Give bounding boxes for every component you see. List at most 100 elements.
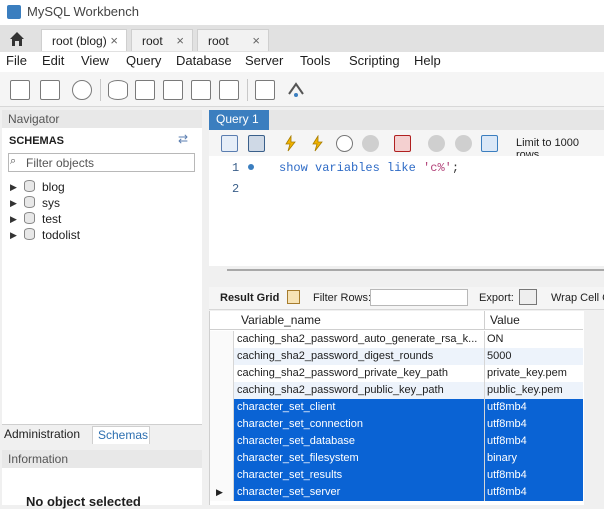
cell-value[interactable]: private_key.pem	[487, 367, 567, 379]
autocommit-icon[interactable]	[481, 135, 498, 152]
schema-item-sys[interactable]: sys	[42, 196, 60, 210]
create-schema-icon[interactable]	[108, 80, 128, 100]
tab-schemas[interactable]: Schemas	[92, 426, 150, 444]
grid-icon[interactable]	[287, 290, 300, 304]
cell-variable-name[interactable]: caching_sha2_password_digest_rounds	[237, 350, 481, 362]
cell-variable-name[interactable]: character_set_database	[237, 435, 481, 447]
cell-value[interactable]: utf8mb4	[487, 401, 527, 413]
schema-item-blog[interactable]: blog	[42, 180, 65, 194]
new-sql-tab-icon[interactable]	[10, 80, 30, 100]
tab-root-2[interactable]: root ×	[197, 29, 269, 51]
menu-tools[interactable]: Tools	[300, 53, 330, 68]
sql-statement: show variables like 'c%';	[279, 161, 460, 175]
row-marker[interactable]	[210, 450, 234, 467]
row-marker[interactable]	[210, 382, 234, 399]
cell-value[interactable]: utf8mb4	[487, 418, 527, 430]
home-icon[interactable]	[8, 30, 26, 48]
menu-view[interactable]: View	[81, 53, 109, 68]
editor-splitter[interactable]	[227, 269, 604, 271]
menu-scripting[interactable]: Scripting	[349, 53, 400, 68]
table-row[interactable]: caching_sha2_password_digest_rounds 5000	[210, 348, 583, 365]
expand-arrow-icon[interactable]: ▶	[10, 198, 17, 209]
column-separator	[484, 450, 485, 467]
row-marker[interactable]	[210, 416, 234, 433]
cell-value[interactable]: utf8mb4	[487, 469, 527, 481]
tab-query-1[interactable]: Query 1	[209, 110, 269, 130]
table-row[interactable]: character_set_results utf8mb4	[210, 467, 583, 484]
row-marker[interactable]	[210, 433, 234, 450]
cell-value[interactable]: ON	[487, 333, 504, 345]
table-row[interactable]: caching_sha2_password_auto_generate_rsa_…	[210, 331, 583, 348]
expand-arrow-icon[interactable]: ▶	[10, 214, 17, 225]
close-icon[interactable]: ×	[110, 30, 118, 52]
cell-value[interactable]: binary	[487, 452, 517, 464]
execute-icon[interactable]	[282, 134, 299, 152]
menu-edit[interactable]: Edit	[42, 53, 64, 68]
save-icon[interactable]	[248, 135, 265, 152]
create-function-icon[interactable]	[219, 80, 239, 100]
cell-variable-name[interactable]: caching_sha2_password_auto_generate_rsa_…	[237, 333, 481, 345]
tab-root-blog[interactable]: root (blog) ×	[41, 29, 127, 51]
create-table-icon[interactable]	[135, 80, 155, 100]
menu-file[interactable]: File	[6, 53, 27, 68]
menu-server[interactable]: Server	[245, 53, 283, 68]
reconnect-icon[interactable]	[286, 80, 306, 100]
cell-value[interactable]: utf8mb4	[487, 486, 527, 498]
commit-icon[interactable]	[428, 135, 445, 152]
row-marker[interactable]	[210, 331, 234, 348]
cell-value[interactable]: utf8mb4	[487, 435, 527, 447]
cell-variable-name[interactable]: character_set_connection	[237, 418, 481, 430]
filter-rows-input[interactable]	[370, 289, 468, 306]
export-icon[interactable]	[519, 289, 537, 305]
cell-variable-name[interactable]: caching_sha2_password_private_key_path	[237, 367, 481, 379]
table-row[interactable]: character_set_filesystem binary	[210, 450, 583, 467]
toggle-error-icon[interactable]	[394, 135, 411, 152]
table-row[interactable]: character_set_database utf8mb4	[210, 433, 583, 450]
row-marker[interactable]	[210, 399, 234, 416]
row-marker[interactable]	[210, 348, 234, 365]
column-header-variable-name[interactable]: Variable_name	[241, 313, 321, 327]
line-number: 2	[232, 182, 240, 196]
wrap-cell-content[interactable]: Wrap Cell Co	[551, 292, 604, 304]
tab-root-1[interactable]: root ×	[131, 29, 193, 51]
expand-arrow-icon[interactable]: ▶	[10, 182, 17, 193]
create-procedure-icon[interactable]	[191, 80, 211, 100]
row-marker[interactable]: ▶	[210, 484, 234, 501]
table-row[interactable]: caching_sha2_password_private_key_path pr…	[210, 365, 583, 382]
table-row[interactable]: ▶ character_set_server utf8mb4	[210, 484, 583, 501]
schema-item-test[interactable]: test	[42, 212, 61, 226]
rollback-icon[interactable]	[455, 135, 472, 152]
information-header: Information	[2, 450, 202, 468]
open-file-icon[interactable]	[221, 135, 238, 152]
column-header-value[interactable]: Value	[490, 313, 520, 327]
menu-database[interactable]: Database	[176, 53, 232, 68]
search-table-data-icon[interactable]	[255, 80, 275, 100]
table-row[interactable]: caching_sha2_password_public_key_path pub…	[210, 382, 583, 399]
cell-value[interactable]: 5000	[487, 350, 511, 362]
open-sql-script-icon[interactable]	[40, 80, 60, 100]
row-marker[interactable]	[210, 467, 234, 484]
table-row[interactable]: character_set_client utf8mb4	[210, 399, 583, 416]
cell-variable-name[interactable]: character_set_results	[237, 469, 481, 481]
refresh-icon[interactable]: ⇄	[178, 132, 188, 146]
expand-arrow-icon[interactable]: ▶	[10, 230, 17, 241]
tab-administration[interactable]: Administration	[4, 427, 80, 441]
inspector-icon[interactable]	[72, 80, 92, 100]
stop-icon[interactable]	[362, 135, 379, 152]
cell-variable-name[interactable]: character_set_filesystem	[237, 452, 481, 464]
result-grid-tab[interactable]: Result Grid	[220, 292, 279, 304]
cell-variable-name[interactable]: character_set_server	[237, 486, 481, 498]
menu-help[interactable]: Help	[414, 53, 441, 68]
cell-value[interactable]: public_key.pem	[487, 384, 563, 396]
cell-variable-name[interactable]: caching_sha2_password_public_key_path	[237, 384, 481, 396]
row-marker[interactable]	[210, 365, 234, 382]
cell-variable-name[interactable]: character_set_client	[237, 401, 481, 413]
schema-item-todolist[interactable]: todolist	[42, 228, 80, 242]
explain-icon[interactable]	[336, 135, 353, 152]
close-icon[interactable]: ×	[176, 30, 184, 52]
execute-current-icon[interactable]	[309, 134, 326, 152]
menu-query[interactable]: Query	[126, 53, 161, 68]
table-row[interactable]: character_set_connection utf8mb4	[210, 416, 583, 433]
create-view-icon[interactable]	[163, 80, 183, 100]
close-icon[interactable]: ×	[252, 30, 260, 52]
